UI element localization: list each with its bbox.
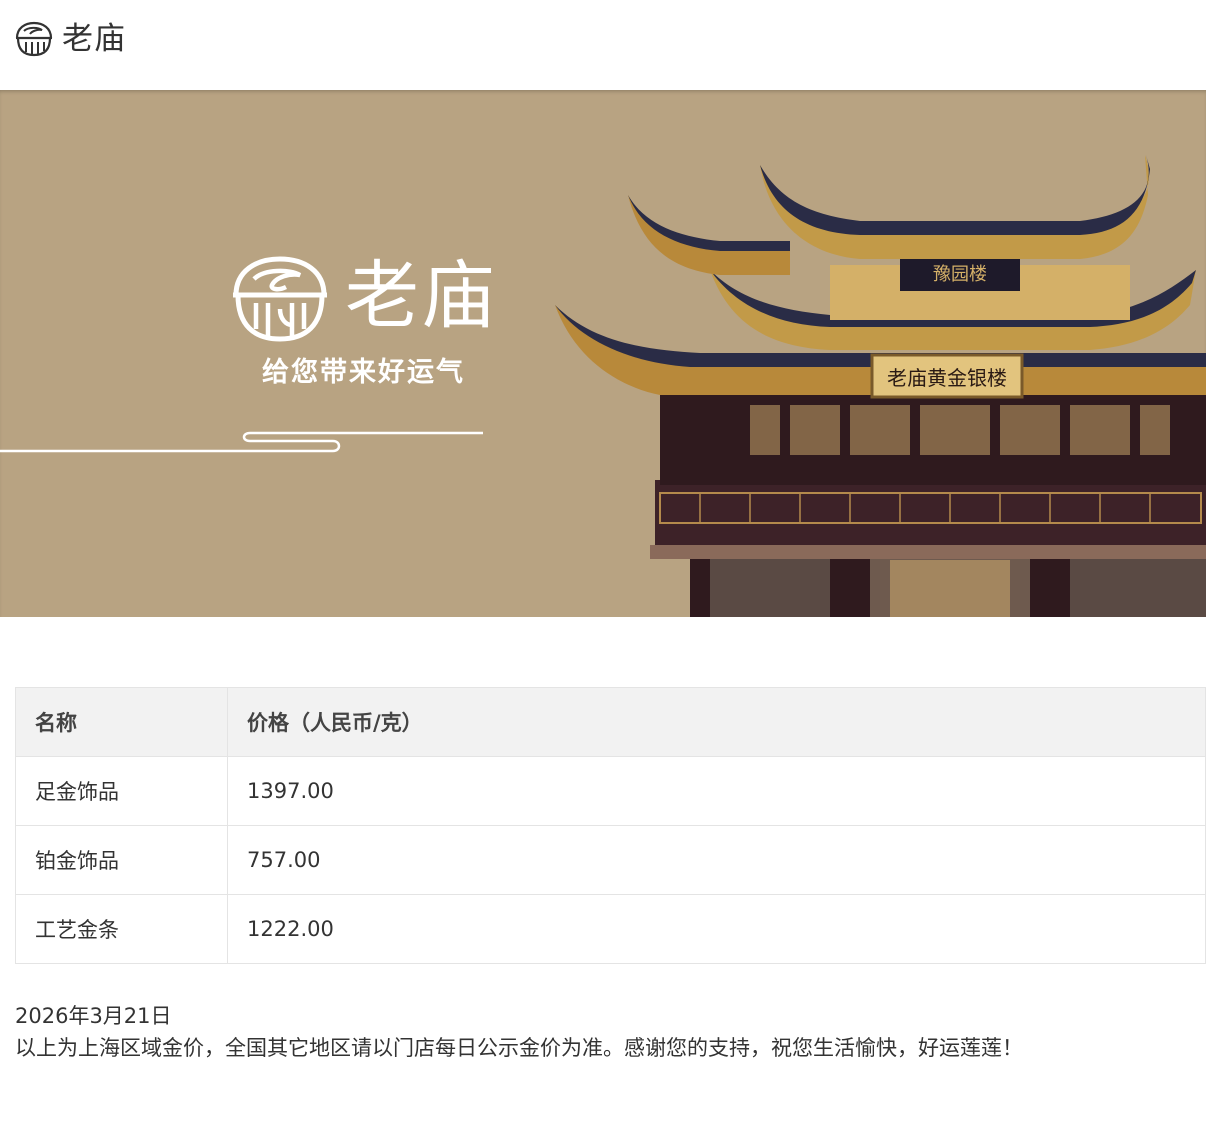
product-name-cell: 工艺金条 [15, 894, 228, 964]
column-header-price: 价格（人民币/克） [227, 687, 1206, 757]
temple-building-image: 老庙黄金银楼 豫园楼 [555, 155, 1206, 617]
price-cell: 1222.00 [227, 894, 1206, 964]
banner-slogan: 给您带来好运气 [262, 357, 465, 388]
temple-sign-top: 豫园楼 [933, 264, 987, 285]
banner-brand-name: 老庙 [345, 253, 497, 339]
column-header-name: 名称 [15, 687, 228, 757]
price-disclaimer: 以上为上海区域金价，全国其它地区请以门店每日公示金价为准。感谢您的支持，祝您生活… [15, 1036, 1023, 1060]
price-cell: 757.00 [227, 825, 1206, 895]
banner-logo-icon [233, 256, 327, 342]
product-name-cell: 足金饰品 [15, 756, 228, 826]
decorative-cloud-lines [0, 431, 483, 453]
price-date: 2026年3月21日 [15, 1004, 172, 1028]
gold-price-table: 名称 价格（人民币/克） 足金饰品 1397.00 铂金饰品 757.00 工艺… [15, 687, 1206, 964]
price-cell: 1397.00 [227, 756, 1206, 826]
header-brand-name[interactable]: 老庙 [62, 20, 126, 58]
table-row: 铂金饰品 757.00 [15, 825, 1206, 895]
footer-notes: 2026年3月21日 以上为上海区域金价，全国其它地区请以门店每日公示金价为准。… [15, 1000, 1195, 1064]
hero-banner[interactable]: 老庙 给您带来好运气 老庙黄金银楼 豫园楼 [0, 90, 1206, 617]
table-header-row: 名称 价格（人民币/克） [15, 687, 1206, 757]
table-row: 工艺金条 1222.00 [15, 894, 1206, 964]
temple-sign-main: 老庙黄金银楼 [887, 366, 1007, 390]
top-header: 老庙 [0, 0, 1206, 90]
table-row: 足金饰品 1397.00 [15, 756, 1206, 826]
laomiao-logo-icon[interactable] [14, 20, 54, 58]
product-name-cell: 铂金饰品 [15, 825, 228, 895]
